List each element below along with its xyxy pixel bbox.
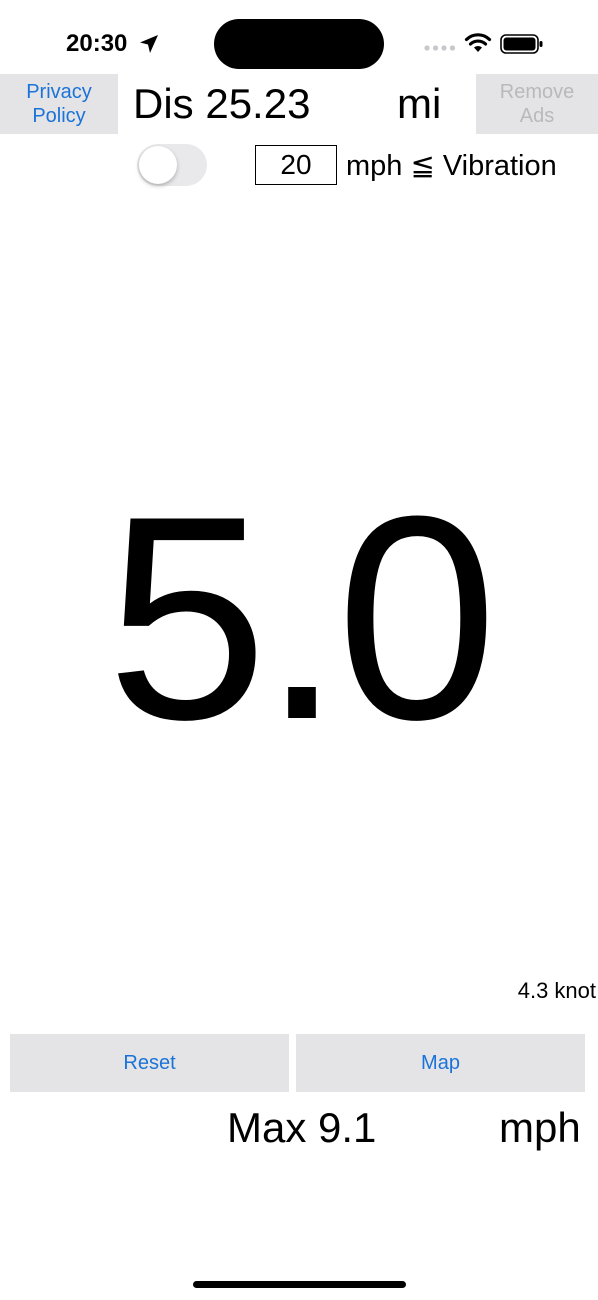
wifi-icon — [464, 33, 492, 52]
distance-label: Dis 25.23 — [133, 80, 311, 127]
remove-ads-label-line2: Ads — [519, 105, 555, 127]
current-speed: 5.0 — [106, 456, 497, 780]
privacy-policy-label-line2: Policy — [32, 105, 86, 127]
privacy-policy-label-line1: Privacy — [26, 81, 92, 103]
vibration-toggle-knob — [139, 146, 177, 184]
location-arrow-icon — [140, 35, 158, 53]
max-speed-unit: mph — [499, 1104, 581, 1151]
home-indicator[interactable] — [193, 1281, 406, 1288]
remove-ads-label-line1: Remove — [499, 81, 575, 103]
map-button[interactable]: Map — [296, 1034, 585, 1092]
dynamic-island — [214, 19, 384, 69]
vibration-label: mph ≦ Vibration — [346, 150, 557, 182]
privacy-policy-button[interactable]: Privacy Policy — [0, 74, 118, 134]
remove-ads-button[interactable]: Remove Ads — [476, 74, 598, 134]
battery-icon — [500, 34, 543, 54]
max-speed-label: Max 9.1 — [227, 1104, 377, 1151]
reset-button[interactable]: Reset — [10, 1034, 289, 1092]
knot-speed: 4.3 knot — [517, 978, 596, 1003]
status-time: 20:30 — [66, 30, 128, 57]
vibration-threshold-input[interactable] — [255, 145, 337, 185]
distance-unit: mi — [397, 80, 442, 127]
cellular-signal-icon — [424, 45, 456, 51]
